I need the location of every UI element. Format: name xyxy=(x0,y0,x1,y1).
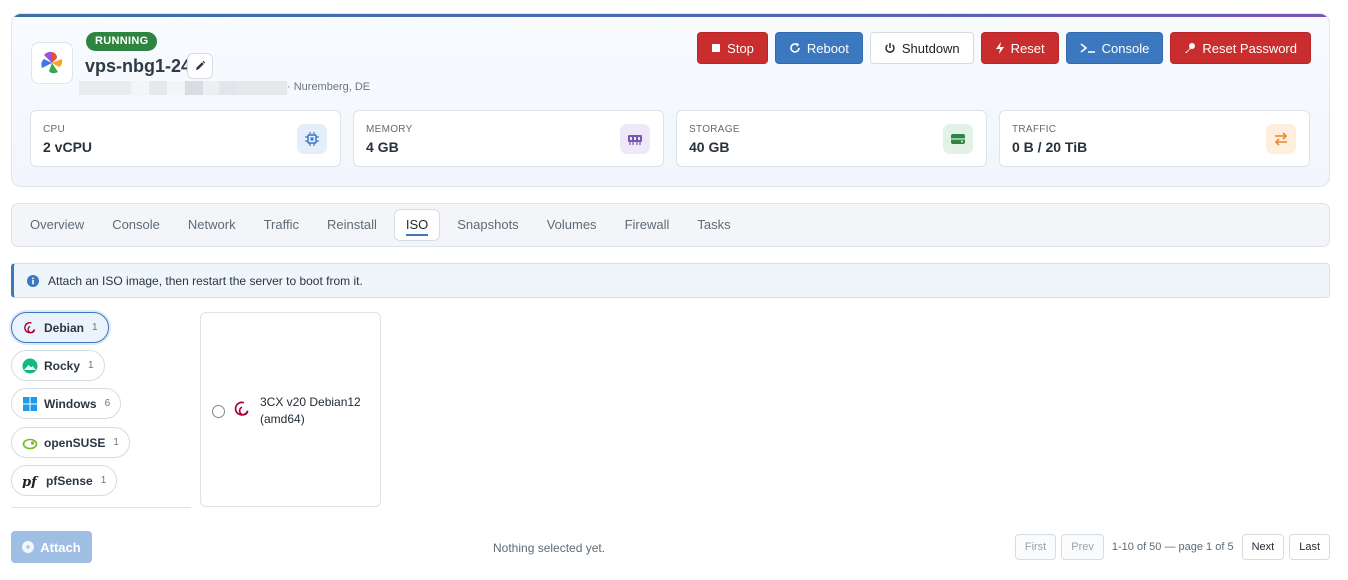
server-actions: Stop Reboot Shutdown Reset Console Reset… xyxy=(697,32,1311,64)
iso-name: 3CX v20 Debian12 (amd64) xyxy=(260,395,361,426)
pencil-icon xyxy=(196,60,206,70)
stat-label: MEMORY xyxy=(366,124,413,135)
next-page-button[interactable]: Next xyxy=(1241,534,1285,560)
reset-button[interactable]: Reset xyxy=(980,32,1059,64)
os-filter-count: 1 xyxy=(100,475,107,486)
debian-icon xyxy=(24,321,36,333)
reboot-button[interactable]: Reboot xyxy=(774,32,863,64)
tab-network[interactable]: Network xyxy=(174,209,250,241)
iso-select-radio[interactable] xyxy=(212,405,225,418)
edit-name-button[interactable] xyxy=(187,53,213,79)
svg-text:pf: pf xyxy=(22,475,39,488)
pagination: First Prev 1-10 of 50 — page 1 of 5 Next… xyxy=(1014,534,1330,560)
server-location: · Nuremberg, DE xyxy=(287,81,371,93)
tab-traffic[interactable]: Traffic xyxy=(250,209,313,241)
os-filter-debian[interactable]: Debian 1 xyxy=(11,312,109,343)
os-filter-count: 1 xyxy=(92,322,98,333)
stop-icon xyxy=(712,44,721,52)
chip-icon xyxy=(297,124,327,154)
pfsense-icon: pf xyxy=(22,475,39,488)
opensuse-icon xyxy=(22,438,38,449)
memory-icon xyxy=(620,124,650,154)
stat-value: 40 GB xyxy=(689,139,730,155)
os-filter-label: Windows xyxy=(44,396,97,411)
tab-console[interactable]: Console xyxy=(98,209,174,241)
transfer-icon xyxy=(1266,124,1296,154)
os-filter-count: 1 xyxy=(88,360,94,371)
stop-button[interactable]: Stop xyxy=(697,32,768,64)
terminal-icon xyxy=(1080,43,1095,53)
stat-cpu: CPU 2 vCPU xyxy=(30,110,341,167)
server-logo xyxy=(31,42,73,84)
os-filter-pfsense[interactable]: pf pfSense 1 xyxy=(11,465,118,496)
os-filter-windows[interactable]: Windows 6 xyxy=(11,388,122,419)
os-filter-count: 1 xyxy=(113,437,119,448)
key-icon xyxy=(1185,43,1196,53)
console-button[interactable]: Console xyxy=(1065,32,1164,64)
stat-label: CPU xyxy=(43,124,66,135)
os-filter-label: Debian xyxy=(44,320,85,335)
tab-tasks[interactable]: Tasks xyxy=(683,209,744,241)
reset-password-button[interactable]: Reset Password xyxy=(1170,32,1311,64)
windows-icon xyxy=(23,396,37,411)
attach-button[interactable]: Attach xyxy=(11,531,92,563)
ip-address-redacted xyxy=(79,81,287,95)
stat-value: 0 B / 20 TiB xyxy=(1012,139,1088,155)
pinwheel-logo-icon xyxy=(41,51,63,74)
power-icon xyxy=(885,43,895,53)
info-banner: Attach an ISO image, then restart the se… xyxy=(11,263,1330,298)
pagination-info: 1-10 of 50 — page 1 of 5 xyxy=(1111,541,1234,553)
stat-traffic: TRAFFIC 0 B / 20 TiB xyxy=(999,110,1310,167)
last-page-button[interactable]: Last xyxy=(1289,534,1330,560)
stat-value: 2 vCPU xyxy=(43,139,93,155)
first-page-button[interactable]: First xyxy=(1014,534,1057,560)
iso-item-card[interactable]: 3CX v20 Debian12 (amd64) xyxy=(200,312,381,507)
disc-icon xyxy=(22,541,35,553)
info-banner-text: Attach an ISO image, then restart the se… xyxy=(48,273,363,288)
stat-value: 4 GB xyxy=(366,139,399,155)
os-filter-rocky[interactable]: Rocky 1 xyxy=(11,350,105,381)
os-filter-label: Rocky xyxy=(44,358,81,373)
tab-snapshots[interactable]: Snapshots xyxy=(443,209,532,241)
os-filter-opensuse[interactable]: openSUSE 1 xyxy=(11,427,130,458)
tab-firewall[interactable]: Firewall xyxy=(611,209,684,241)
tab-overview[interactable]: Overview xyxy=(16,209,98,241)
os-filter-label: pfSense xyxy=(46,473,93,488)
stat-memory: MEMORY 4 GB xyxy=(353,110,664,167)
storage-icon xyxy=(943,124,973,154)
info-icon xyxy=(27,274,39,287)
os-filter-count: 6 xyxy=(104,398,111,409)
stat-label: STORAGE xyxy=(689,124,740,135)
prev-page-button[interactable]: Prev xyxy=(1061,534,1104,560)
server-tabs: Overview Console Network Traffic Reinsta… xyxy=(11,203,1330,247)
debian-icon xyxy=(234,401,249,416)
stat-label: TRAFFIC xyxy=(1012,124,1057,135)
stat-storage: STORAGE 40 GB xyxy=(676,110,987,167)
tab-volumes[interactable]: Volumes xyxy=(533,209,611,241)
rocky-icon xyxy=(22,358,38,373)
shutdown-button[interactable]: Shutdown xyxy=(869,32,974,64)
tab-iso[interactable]: ISO xyxy=(393,209,441,241)
tab-reinstall[interactable]: Reinstall xyxy=(313,209,391,241)
os-filter-label: openSUSE xyxy=(44,435,106,450)
os-filter-list: Debian 1 Rocky 1 Windows 6 openSUSE 1 pf… xyxy=(11,312,191,508)
status-badge: RUNNING xyxy=(86,32,158,51)
server-header-card: RUNNING vps-nbg1-24 · Nuremberg, DE Stop… xyxy=(11,13,1330,187)
resource-stats: CPU 2 vCPU MEMORY 4 GB STORAGE 40 GB TRA… xyxy=(30,110,1310,167)
server-name: vps-nbg1-24 xyxy=(85,56,192,76)
reboot-icon xyxy=(790,42,800,53)
selection-status: Nothing selected yet. xyxy=(493,541,606,555)
bolt-icon xyxy=(995,42,1004,54)
